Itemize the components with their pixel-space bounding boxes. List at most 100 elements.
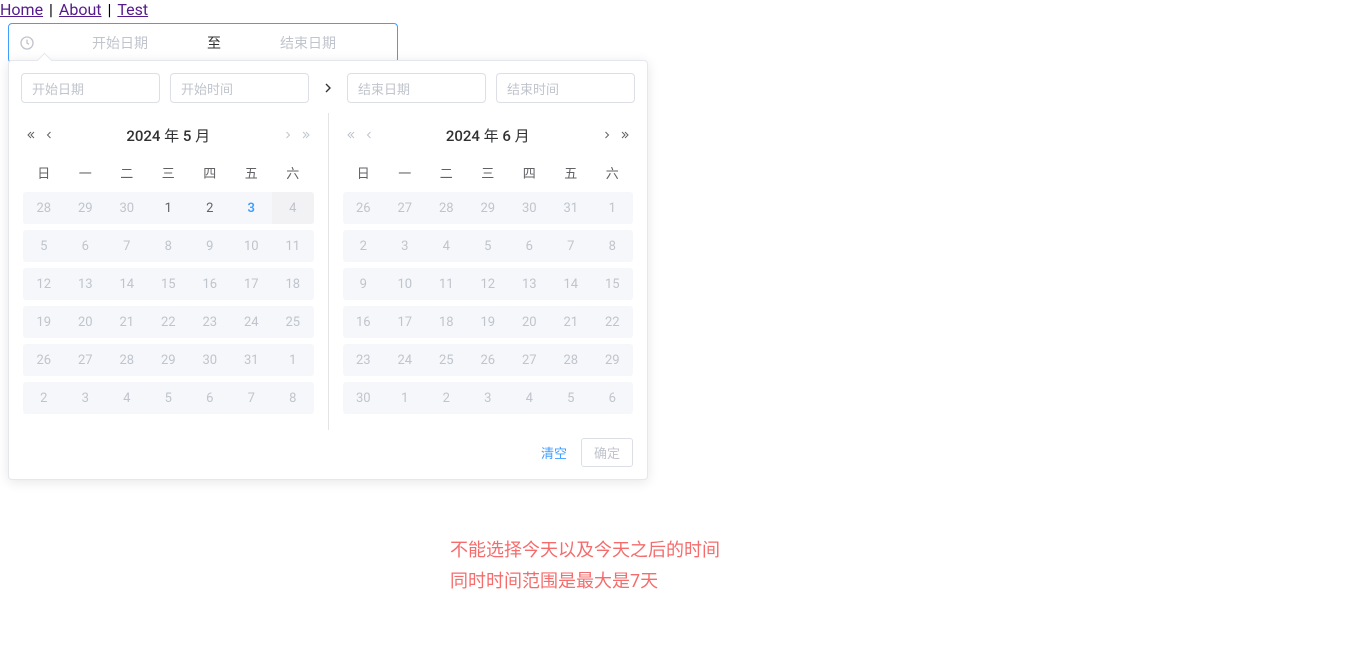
calendar-left-body: 2829301234567891011121314151617181920212… — [23, 192, 314, 414]
calendar-day: 25 — [426, 344, 468, 376]
calendar-day: 10 — [384, 268, 426, 300]
calendar-day: 6 — [65, 230, 107, 262]
arrow-right-icon — [319, 80, 337, 96]
calendar-day: 28 — [550, 344, 592, 376]
calendar-day: 20 — [509, 306, 551, 338]
popover-footer: 清空 确定 — [9, 430, 647, 479]
calendar-day: 2 — [343, 230, 385, 262]
weekday-header: 三 — [467, 159, 509, 186]
prev-year-button[interactable] — [23, 127, 39, 143]
calendar-day: 4 — [272, 192, 314, 224]
calendar-day: 2 — [426, 382, 468, 414]
calendar-day: 26 — [23, 344, 65, 376]
calendar-day: 15 — [148, 268, 190, 300]
nav-home-link[interactable]: Home — [0, 0, 43, 19]
next-year-button[interactable] — [617, 127, 633, 143]
calendar-day: 27 — [65, 344, 107, 376]
calendar-day: 1 — [272, 344, 314, 376]
calendar-right: 日一二三四五六 26272829303112345678910111213141… — [343, 153, 634, 420]
calendar-day[interactable]: 2 — [189, 192, 231, 224]
calendar-day: 4 — [426, 230, 468, 262]
calendar-day: 30 — [189, 344, 231, 376]
calendar-day[interactable]: 3 — [231, 192, 273, 224]
end-time-input[interactable]: 结束时间 — [496, 73, 635, 103]
calendar-day: 12 — [467, 268, 509, 300]
nav-about-link[interactable]: About — [59, 0, 102, 19]
calendar-day: 20 — [65, 306, 107, 338]
end-date-placeholder: 结束日期 — [229, 33, 387, 53]
prev-year-button-disabled — [343, 127, 359, 143]
clock-icon — [19, 35, 35, 51]
next-year-button-disabled — [298, 127, 314, 143]
calendar-day: 30 — [343, 382, 385, 414]
calendar-day: 27 — [384, 192, 426, 224]
calendar-day: 31 — [231, 344, 273, 376]
calendar-day[interactable]: 1 — [148, 192, 190, 224]
calendar-day: 13 — [509, 268, 551, 300]
calendar-day: 10 — [231, 230, 273, 262]
calendar-day: 24 — [231, 306, 273, 338]
calendar-day: 6 — [509, 230, 551, 262]
calendar-day: 18 — [426, 306, 468, 338]
calendar-day: 19 — [23, 306, 65, 338]
calendar-day: 15 — [592, 268, 634, 300]
calendar-day: 16 — [343, 306, 385, 338]
calendar-day: 18 — [272, 268, 314, 300]
calendar-day: 6 — [189, 382, 231, 414]
calendar-day: 2 — [23, 382, 65, 414]
calendar-day: 17 — [384, 306, 426, 338]
prev-month-button[interactable] — [41, 127, 57, 143]
calendar-day: 9 — [189, 230, 231, 262]
calendar-day: 13 — [65, 268, 107, 300]
calendar-day: 19 — [467, 306, 509, 338]
weekday-header: 五 — [231, 159, 273, 186]
calendar-day: 21 — [550, 306, 592, 338]
calendar-day: 6 — [592, 382, 634, 414]
calendar-day: 12 — [23, 268, 65, 300]
calendar-day: 22 — [592, 306, 634, 338]
calendar-left: 日一二三四五六 28293012345678910111213141516171… — [23, 153, 314, 420]
weekday-header: 五 — [550, 159, 592, 186]
start-date-input[interactable]: 开始日期 — [21, 73, 160, 103]
calendar-day: 5 — [148, 382, 190, 414]
next-month-button[interactable] — [599, 127, 615, 143]
calendar-day: 7 — [550, 230, 592, 262]
start-time-input[interactable]: 开始时间 — [170, 73, 309, 103]
calendar-day: 1 — [384, 382, 426, 414]
calendar-day: 26 — [467, 344, 509, 376]
calendar-panel-right: 2024 年 6 月 日一二三四五六 262728293031123456789… — [329, 113, 648, 430]
weekday-header: 六 — [592, 159, 634, 186]
calendar-day: 3 — [467, 382, 509, 414]
calendar-day: 29 — [592, 344, 634, 376]
calendar-day: 29 — [65, 192, 107, 224]
calendar-day: 28 — [23, 192, 65, 224]
weekday-row: 日一二三四五六 — [343, 159, 634, 186]
calendar-day: 21 — [106, 306, 148, 338]
weekday-header: 六 — [272, 159, 314, 186]
end-date-input[interactable]: 结束日期 — [347, 73, 486, 103]
calendar-panel-left: 2024 年 5 月 日一二三四五六 282930123456789101112… — [9, 113, 329, 430]
calendar-day: 25 — [272, 306, 314, 338]
nav-test-link[interactable]: Test — [117, 0, 148, 19]
hint-line-2: 同时时间范围是最大是7天 — [450, 567, 720, 598]
calendar-day: 23 — [343, 344, 385, 376]
calendar-day: 9 — [343, 268, 385, 300]
confirm-button[interactable]: 确定 — [581, 438, 633, 467]
popover-header: 开始日期 开始时间 结束日期 结束时间 — [9, 61, 647, 113]
calendar-day: 11 — [272, 230, 314, 262]
calendar-day: 7 — [106, 230, 148, 262]
weekday-header: 日 — [343, 159, 385, 186]
calendar-panels: 2024 年 5 月 日一二三四五六 282930123456789101112… — [9, 113, 647, 430]
calendar-day: 5 — [23, 230, 65, 262]
calendar-day: 14 — [550, 268, 592, 300]
calendar-day: 29 — [467, 192, 509, 224]
hint-line-1: 不能选择今天以及今天之后的时间 — [450, 536, 720, 567]
date-range-input[interactable]: 开始日期 至 结束日期 — [8, 23, 398, 63]
calendar-day: 27 — [509, 344, 551, 376]
calendar-day: 29 — [148, 344, 190, 376]
clear-button[interactable]: 清空 — [541, 443, 567, 462]
calendar-day: 30 — [509, 192, 551, 224]
weekday-header: 三 — [148, 159, 190, 186]
right-panel-title: 2024 年 6 月 — [446, 125, 530, 146]
calendar-day: 23 — [189, 306, 231, 338]
